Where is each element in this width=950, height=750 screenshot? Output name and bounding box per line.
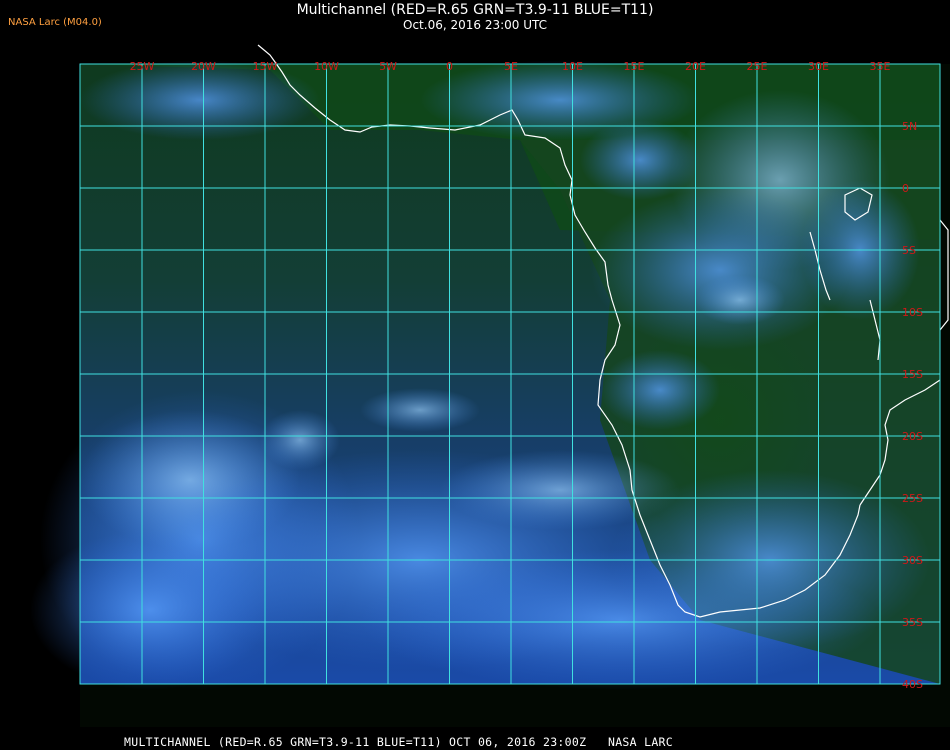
longitude-label: 25W	[130, 60, 155, 73]
longitude-label: 5E	[504, 60, 518, 73]
latitude-label: 20S	[902, 430, 923, 443]
latitude-label: 5N	[902, 120, 917, 133]
latitude-label: 35S	[902, 616, 923, 629]
satellite-map: 25W 20W 15W 10W 5W 0 5E 10E 15E 20E 25E 30E 35E 5N 0 5…	[30, 44, 950, 727]
footer-caption: MULTICHANNEL (RED=R.65 GRN=T3.9-11 BLUE=…	[124, 735, 673, 749]
latitude-label: 15S	[902, 368, 923, 381]
longitude-label: 10W	[314, 60, 339, 73]
longitude-label: 0	[446, 60, 453, 73]
longitude-label: 25E	[747, 60, 768, 73]
longitude-label: 35E	[870, 60, 891, 73]
latitude-label: 10S	[902, 306, 923, 319]
longitude-label: 30E	[808, 60, 829, 73]
latitude-label: 0	[902, 182, 909, 195]
latitude-label: 30S	[902, 554, 923, 567]
latitude-label: 5S	[902, 244, 916, 257]
longitude-label: 10E	[562, 60, 583, 73]
longitude-label: 20W	[191, 60, 216, 73]
latitude-label: 25S	[902, 492, 923, 505]
longitude-label: 20E	[685, 60, 706, 73]
longitude-label: 5W	[379, 60, 397, 73]
latitude-label: 40S	[902, 678, 923, 691]
longitude-label: 15W	[253, 60, 278, 73]
longitude-label: 15E	[624, 60, 645, 73]
